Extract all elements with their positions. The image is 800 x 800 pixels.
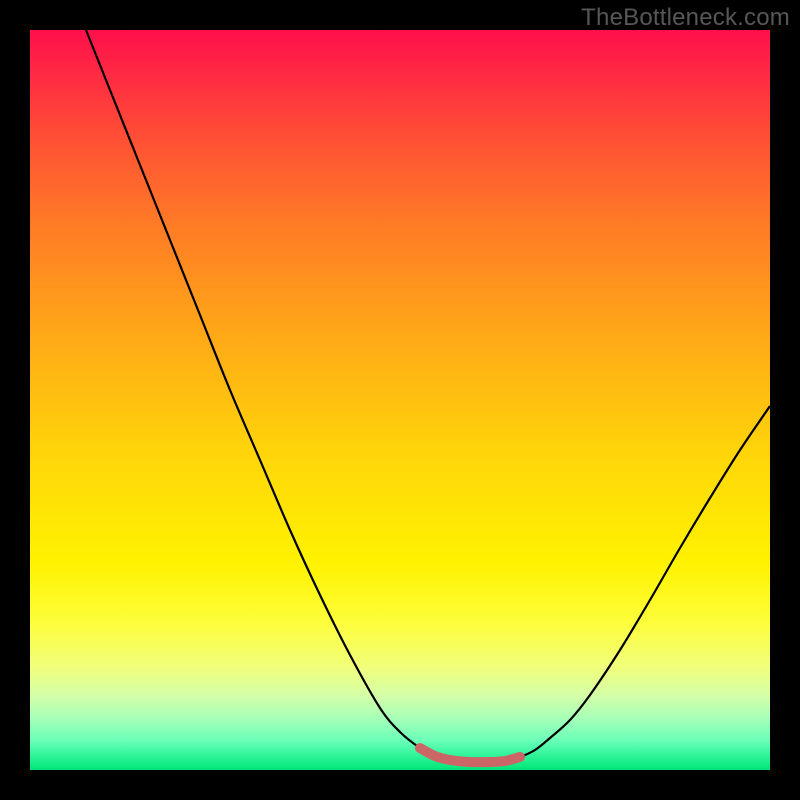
plot-area (30, 30, 770, 770)
bottleneck-curve (86, 30, 770, 762)
chart-svg (30, 30, 770, 770)
optimal-range-highlight (420, 748, 520, 762)
watermark-text: TheBottleneck.com (581, 4, 790, 32)
chart-frame: TheBottleneck.com (0, 0, 800, 800)
